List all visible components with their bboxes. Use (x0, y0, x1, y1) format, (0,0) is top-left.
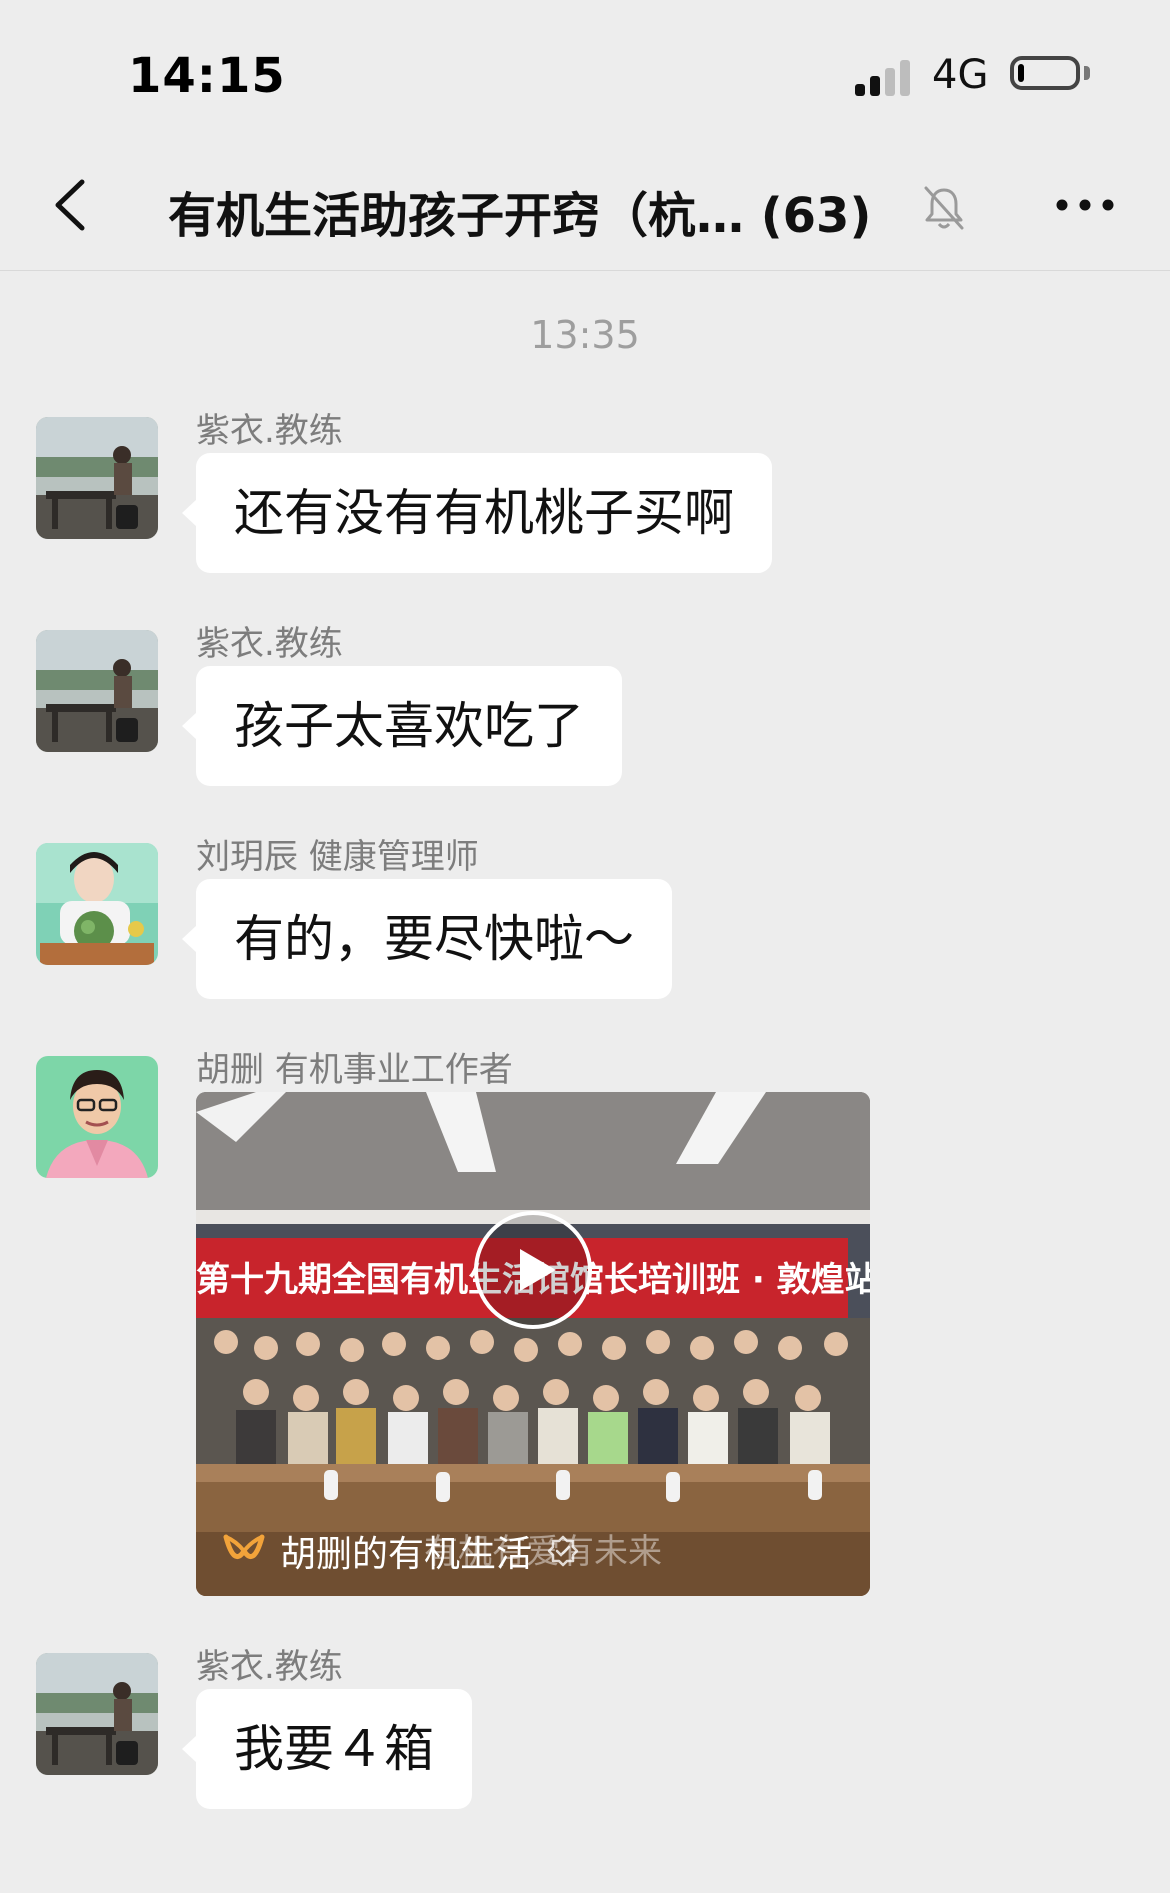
more-button[interactable] (1050, 180, 1120, 230)
channels-logo-icon (223, 1534, 265, 1559)
more-dots-icon (1056, 199, 1114, 211)
avatar[interactable] (36, 417, 158, 539)
chat-message-list[interactable]: 13:35 紫衣.教练 还有没有有机桃子买啊 紫衣.教练 孩子太喜欢吃了 刘玥辰… (0, 271, 1170, 1893)
battery-icon (1010, 56, 1080, 90)
mute-bell-icon (924, 186, 964, 230)
sender-name: 紫衣.教练 (196, 1647, 343, 1687)
video-channel: 胡删的有机生活 (222, 1526, 580, 1576)
status-bar: 14:15 4G (0, 0, 1170, 140)
back-chevron-icon (55, 179, 85, 231)
avatar[interactable] (36, 1653, 158, 1775)
play-icon[interactable] (472, 1209, 594, 1331)
sender-name: 胡删 有机事业工作者 (196, 1050, 513, 1090)
channel-name: 胡删的有机生活 (280, 1534, 533, 1575)
message-bubble[interactable]: 孩子太喜欢吃了 (182, 666, 622, 786)
message-bubble[interactable]: 还有没有有机桃子买啊 (182, 453, 772, 573)
message-bubble[interactable]: 有的，要尽快啦～ (182, 879, 672, 999)
network-type: 4G (932, 52, 989, 98)
verified-badge-icon (547, 1535, 579, 1567)
time-separator: 13:35 (530, 313, 640, 357)
sender-name: 刘玥辰 健康管理师 (196, 837, 479, 877)
chat-title[interactable]: 有机生活助孩子开窍（杭… (63) (168, 176, 871, 246)
message-bubble[interactable]: 我要４箱 (182, 1689, 472, 1809)
chat-header: 有机生活助孩子开窍（杭… (63) (0, 140, 1170, 271)
avatar[interactable] (36, 843, 158, 965)
sender-name: 紫衣.教练 (196, 624, 343, 664)
avatar[interactable] (36, 1056, 158, 1178)
video-thumbnail (196, 1092, 870, 1596)
battery-cap (1084, 66, 1090, 80)
avatar[interactable] (36, 630, 158, 752)
video-message[interactable]: 第十九期全国有机生活馆馆长培训班 · 敦煌站 有机有爱有未来 胡删的有机生活 (196, 1092, 870, 1596)
sender-name: 紫衣.教练 (196, 411, 343, 451)
signal-strength-icon (855, 56, 915, 96)
status-time: 14:15 (128, 48, 286, 104)
back-button[interactable] (40, 170, 110, 240)
